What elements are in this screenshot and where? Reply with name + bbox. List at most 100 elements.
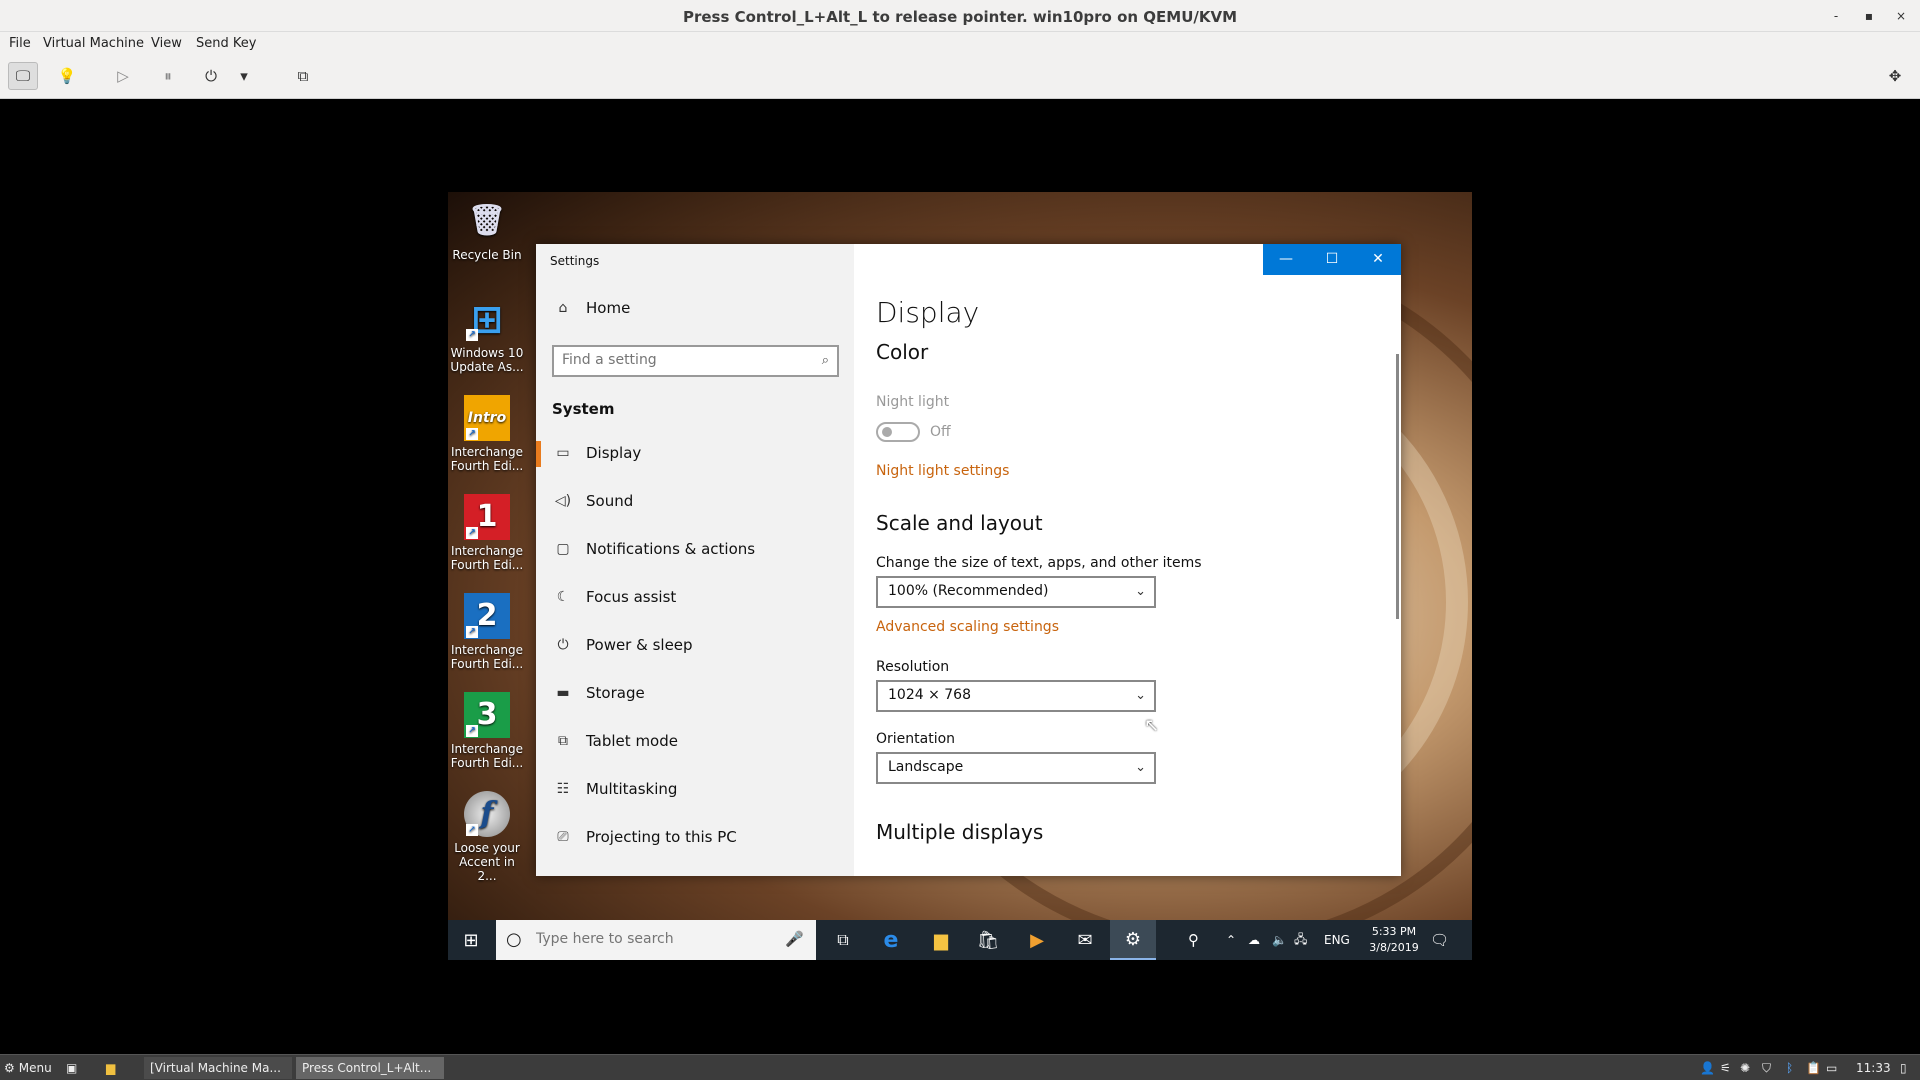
files-launcher-icon[interactable]: ▆	[106, 1057, 115, 1079]
night-light-settings-link[interactable]: Night light settings	[876, 463, 1009, 479]
desktop-icon-interchange-1[interactable]: 1 ↗ Interchange Fourth Edi...	[448, 494, 526, 572]
pause-icon[interactable]: ⏸	[153, 62, 183, 90]
snapshot-icon[interactable]: ⧉	[288, 62, 318, 90]
desktop-icon-flash[interactable]: f ↗ Loose your Accent in 2...	[448, 791, 526, 883]
desktop-icon-interchange-2[interactable]: 2 ↗ Interchange Fourth Edi...	[448, 593, 526, 671]
battery-icon[interactable]: ▭	[1826, 1057, 1837, 1079]
taskbar-search-box[interactable]: ○ 🎤	[496, 920, 816, 960]
settings-content-pane: — ☐ ✕ Display Color Night light Off Nigh…	[854, 244, 1401, 876]
play-icon[interactable]: ▷	[108, 62, 138, 90]
terminal-launcher-icon[interactable]: ▣	[66, 1057, 77, 1079]
icon-glyph: 3	[476, 697, 498, 732]
icon-glyph: Intro	[467, 410, 507, 426]
task-view-icon[interactable]: ⧉	[820, 920, 866, 960]
volume-icon[interactable]: 🔈	[1272, 920, 1287, 960]
speaker-icon: ◁)	[554, 493, 572, 509]
multitasking-icon: ☷	[556, 781, 570, 797]
resolution-dropdown[interactable]: 1024 × 768 ⌄	[876, 680, 1156, 712]
user-icon[interactable]: 👤	[1700, 1057, 1715, 1079]
edge-icon[interactable]: e	[868, 920, 914, 960]
search-icon[interactable]: ⌕	[822, 353, 829, 368]
onedrive-icon[interactable]: ☁	[1248, 920, 1260, 960]
start-button[interactable]: ⊞	[448, 920, 494, 960]
host-maximize-button[interactable]: ▪	[1858, 5, 1880, 27]
network-icon[interactable]: ⚟	[1720, 1057, 1731, 1079]
network-icon[interactable]: 🖧	[1294, 920, 1307, 960]
nav-item-tablet-mode[interactable]: ⧉ Tablet mode	[536, 721, 854, 761]
orientation-value: Landscape	[888, 759, 964, 775]
minimize-icon[interactable]: —	[1263, 244, 1309, 275]
desktop-icon-recycle-bin[interactable]: 🗑 Recycle Bin	[448, 198, 526, 263]
desktop-icon-label: Interchange Fourth Edi...	[450, 742, 524, 770]
scale-dropdown[interactable]: 100% (Recommended) ⌄	[876, 576, 1156, 608]
desktop-icon-label: Recycle Bin	[452, 248, 522, 262]
media-player-icon[interactable]: ▶	[1014, 920, 1060, 960]
host-menubar: File Virtual Machine View Send Key	[0, 32, 1920, 54]
desktop-icon-windows-update[interactable]: ⊞ ↗ Windows 10 Update As...	[448, 296, 526, 374]
host-menu-label: Menu	[18, 1061, 52, 1075]
find-setting-box[interactable]: ⌕	[552, 345, 839, 377]
nav-item-display[interactable]: ▭ Display	[536, 433, 854, 473]
mail-icon[interactable]: ✉	[1062, 920, 1108, 960]
host-toolbar: 🖵 💡 ▷ ⏸ ⏻ ▾ ⧉ ✥	[0, 54, 1920, 99]
nav-item-label: Storage	[586, 684, 645, 702]
orientation-dropdown[interactable]: Landscape ⌄	[876, 752, 1156, 784]
host-minimize-button[interactable]: -	[1825, 5, 1847, 27]
host-task-virt-manager[interactable]: [Virtual Machine Ma...	[144, 1057, 292, 1079]
host-task-vm-console[interactable]: Press Control_L+Alt...	[296, 1057, 444, 1079]
settings-gear-icon[interactable]: ⚙	[1110, 920, 1156, 960]
show-desktop-icon[interactable]: ▯	[1900, 1057, 1907, 1079]
advanced-scaling-link[interactable]: Advanced scaling settings	[876, 619, 1059, 635]
microphone-icon[interactable]: 🎤	[785, 930, 804, 948]
nav-item-projecting[interactable]: ⎚ Projecting to this PC	[536, 817, 854, 857]
desktop-icon-interchange-intro[interactable]: Intro ↗ Interchange Fourth Edi...	[448, 395, 526, 473]
nav-item-sound[interactable]: ◁) Sound	[536, 481, 854, 521]
taskbar-clock[interactable]: 5:33 PM 3/8/2019	[1366, 920, 1422, 960]
file-explorer-icon[interactable]: ▆	[918, 920, 964, 960]
brightness-icon[interactable]: ✺	[1740, 1057, 1750, 1079]
settings-window-title: Settings	[550, 254, 600, 268]
section-scale-header: Scale and layout	[876, 511, 1043, 535]
guest-screen[interactable]: 🗑 Recycle Bin ⊞ ↗ Windows 10 Update As...…	[448, 192, 1472, 960]
night-light-toggle[interactable]	[876, 422, 920, 442]
nav-item-notifications[interactable]: ▢ Notifications & actions	[536, 529, 854, 569]
nav-item-multitasking[interactable]: ☷ Multitasking	[536, 769, 854, 809]
projecting-icon: ⎚	[557, 829, 569, 845]
menu-virtual-machine[interactable]: Virtual Machine	[43, 36, 144, 51]
nav-item-power-sleep[interactable]: ⏻ Power & sleep	[536, 625, 854, 665]
nav-item-storage[interactable]: ▬ Storage	[536, 673, 854, 713]
clipboard-icon[interactable]: 📋	[1806, 1057, 1821, 1079]
language-indicator[interactable]: ENG	[1324, 920, 1350, 960]
menu-view[interactable]: View	[151, 36, 182, 51]
dropdown-icon[interactable]: ▾	[234, 62, 254, 90]
host-taskbar: ⚙ Menu ▣ ▆ [Virtual Machine Ma... Press C…	[0, 1054, 1920, 1080]
update-shield-icon[interactable]: ⛉	[1762, 1057, 1771, 1079]
lightbulb-icon[interactable]: 💡	[52, 62, 82, 90]
host-clock[interactable]: 11:33	[1856, 1057, 1891, 1079]
menu-send-key[interactable]: Send Key	[196, 36, 256, 51]
nav-item-focus-assist[interactable]: ☾ Focus assist	[536, 577, 854, 617]
bluetooth-icon[interactable]: ᛒ	[1786, 1057, 1793, 1079]
people-icon[interactable]: ⚲	[1188, 920, 1199, 960]
store-icon[interactable]: 🛍	[965, 920, 1011, 960]
menu-file[interactable]: File	[9, 36, 31, 51]
power-icon[interactable]: ⏻	[196, 62, 226, 90]
fullscreen-icon[interactable]: ✥	[1880, 62, 1910, 90]
nav-item-label: Sound	[586, 492, 634, 510]
toggle-knob	[882, 427, 892, 437]
chevron-up-icon[interactable]: ⌃	[1226, 920, 1236, 960]
monitor-icon[interactable]: 🖵	[8, 62, 38, 90]
close-icon[interactable]: ✕	[1355, 244, 1401, 275]
host-menu-button[interactable]: ⚙ Menu	[4, 1057, 52, 1079]
windows-logo-icon: ⊞ ↗	[464, 296, 510, 342]
maximize-icon[interactable]: ☐	[1309, 244, 1355, 275]
nav-home[interactable]: ⌂ Home	[536, 288, 854, 328]
host-close-button[interactable]: ×	[1890, 5, 1912, 27]
content-scrollbar[interactable]	[1396, 354, 1399, 619]
interchange-3-icon: 3 ↗	[464, 692, 510, 738]
action-center-icon[interactable]: 🗨	[1430, 920, 1449, 960]
taskbar-search-input[interactable]	[536, 931, 786, 947]
desktop-icon-label: Interchange Fourth Edi...	[450, 544, 524, 572]
find-setting-input[interactable]	[562, 352, 802, 368]
desktop-icon-interchange-3[interactable]: 3 ↗ Interchange Fourth Edi...	[448, 692, 526, 770]
